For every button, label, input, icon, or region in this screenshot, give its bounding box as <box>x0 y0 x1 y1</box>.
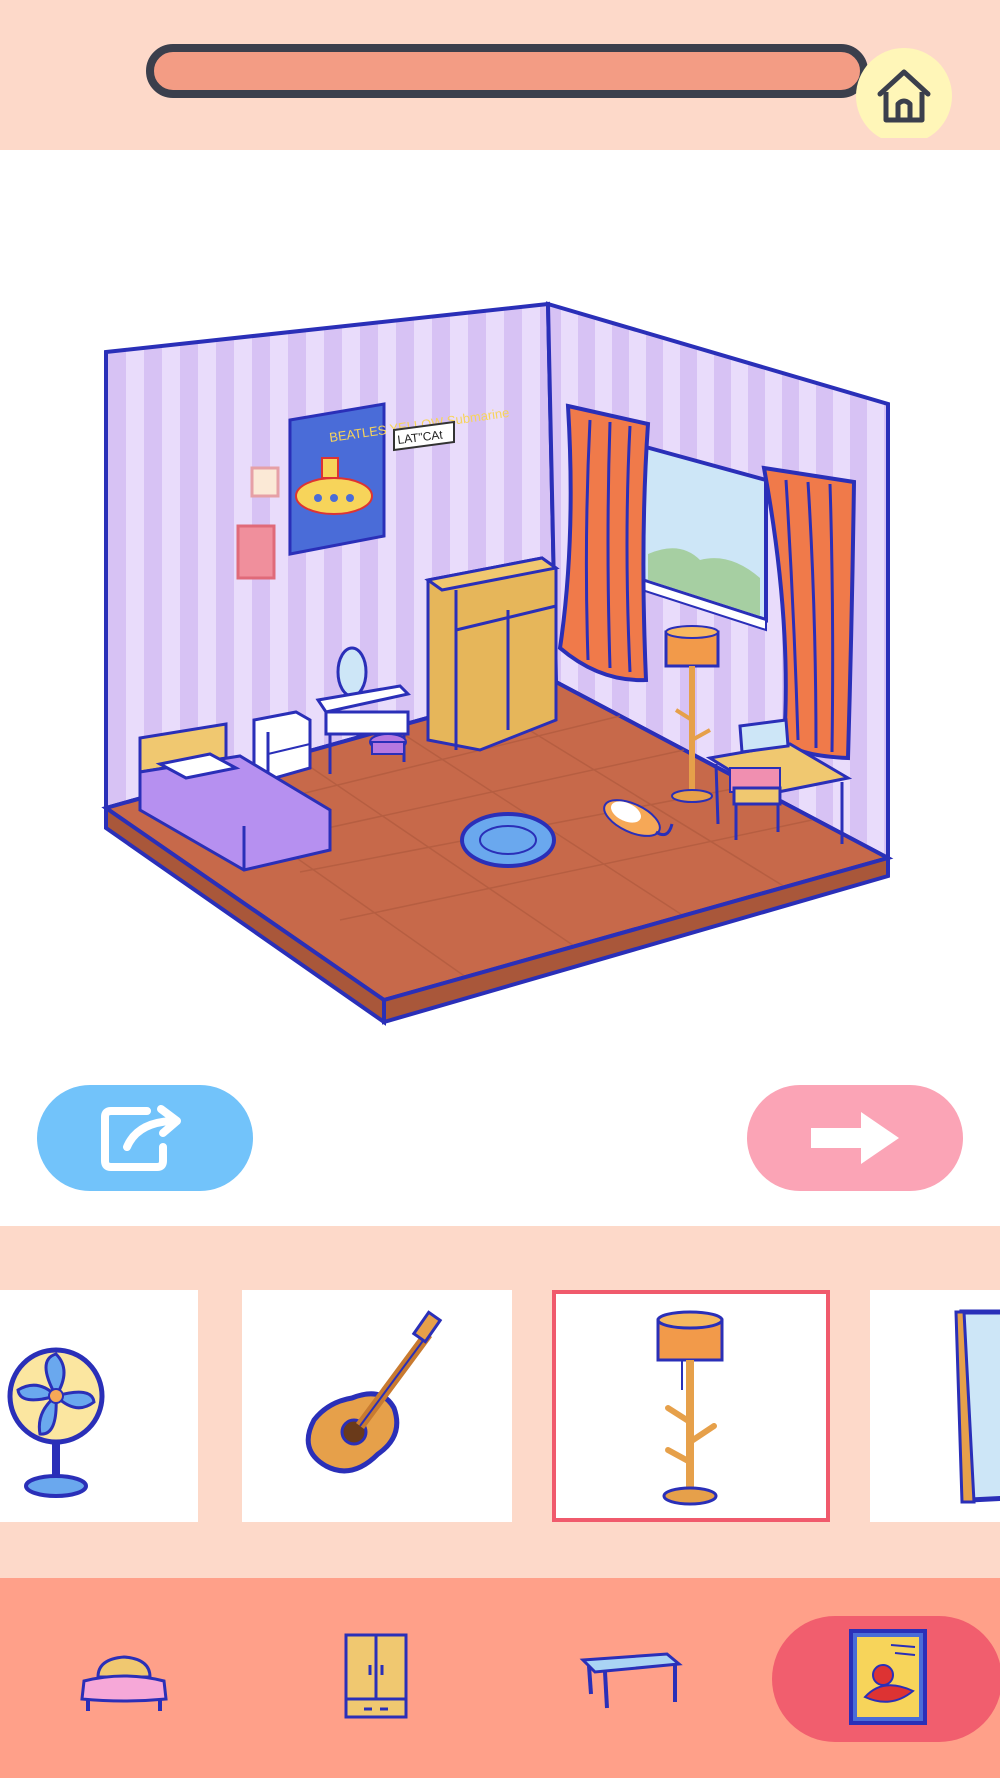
rug <box>460 812 556 868</box>
tab-bed[interactable] <box>54 1622 194 1732</box>
next-button[interactable] <box>747 1085 963 1191</box>
share-icon <box>101 1105 181 1171</box>
category-tab-bar <box>0 1578 1000 1778</box>
tab-table[interactable] <box>560 1622 700 1732</box>
bed-icon <box>80 1655 168 1711</box>
wardrobe-icon <box>344 1633 408 1719</box>
table-icon <box>579 1652 683 1709</box>
arrow-right-icon <box>811 1112 899 1164</box>
house-icon <box>877 69 931 123</box>
guitar-icon <box>305 1310 443 1474</box>
mirror-icon <box>954 1309 1000 1504</box>
poster-icon <box>849 1629 927 1725</box>
progress-bar <box>146 44 868 98</box>
share-button[interactable] <box>37 1085 253 1191</box>
item-tray <box>0 1226 1000 1578</box>
small-frame <box>250 466 280 498</box>
item-card-mirror[interactable] <box>870 1290 1000 1522</box>
home-button[interactable] <box>856 48 952 144</box>
tab-wardrobe[interactable] <box>306 1622 446 1732</box>
tab-poster[interactable] <box>818 1622 958 1732</box>
fan-icon <box>7 1347 105 1498</box>
wardrobe <box>424 556 560 752</box>
item-card-floor-lamp[interactable] <box>552 1290 830 1522</box>
floor-lamp-icon <box>656 1310 724 1506</box>
top-bar <box>0 0 1000 150</box>
item-card-guitar[interactable] <box>242 1290 512 1522</box>
header-torn-edge <box>0 138 1000 150</box>
curtain-left <box>557 403 651 683</box>
item-card-fan[interactable] <box>0 1290 198 1522</box>
small-frame-pink <box>236 524 276 580</box>
room-scene: BEATLES YELLOW Submarine LAT"CAt <box>101 301 894 1026</box>
